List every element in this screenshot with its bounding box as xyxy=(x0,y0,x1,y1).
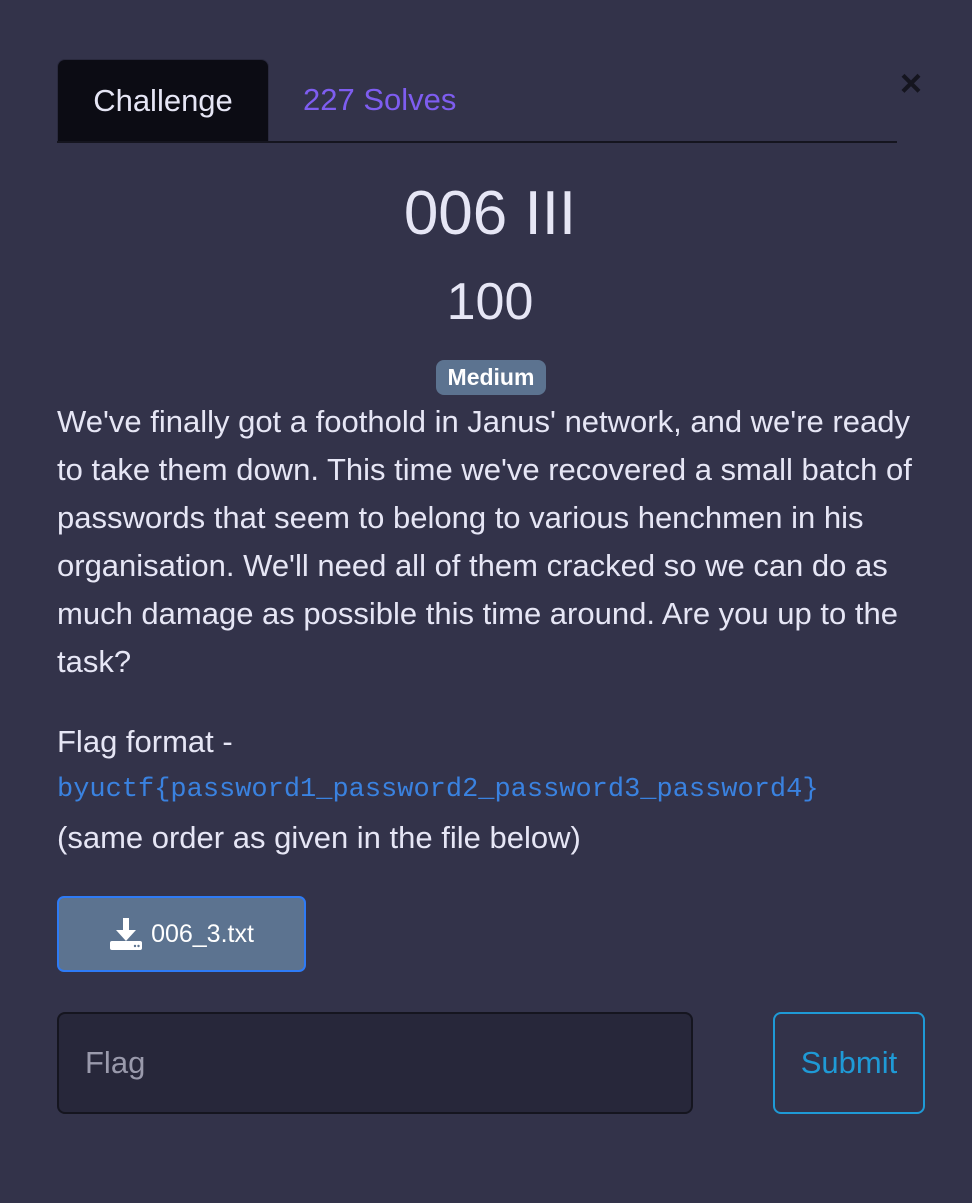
challenge-title: 006 III xyxy=(403,179,577,248)
file-name: 006_3.txt xyxy=(151,919,254,948)
challenge-description: We've finally got a foothold in Janus' n… xyxy=(57,404,912,679)
challenge-modal: × Challenge 227 Solves 006 III 100 Mediu… xyxy=(0,0,972,1203)
flag-format-label: Flag format - xyxy=(57,724,233,759)
submit-button[interactable]: Submit xyxy=(773,1012,925,1114)
download-icon xyxy=(110,918,143,950)
file-download-button[interactable]: 006_3.txt xyxy=(57,896,306,972)
flag-format-info: Flag format - byuctf{password1_password2… xyxy=(57,718,937,862)
tab-challenge[interactable]: Challenge xyxy=(57,59,269,141)
flag-input[interactable] xyxy=(57,1012,693,1114)
tab-solves[interactable]: 227 Solves xyxy=(303,59,456,141)
challenge-points: 100 xyxy=(446,273,534,331)
close-icon: × xyxy=(899,63,923,105)
flag-format-note: (same order as given in the file below) xyxy=(57,820,581,855)
close-button[interactable]: × xyxy=(894,64,928,104)
challenge-tabs: Challenge 227 Solves xyxy=(57,59,897,143)
difficulty-badge: Medium xyxy=(436,360,546,395)
flag-format-code: byuctf{password1_password2_password3_pas… xyxy=(57,775,819,805)
